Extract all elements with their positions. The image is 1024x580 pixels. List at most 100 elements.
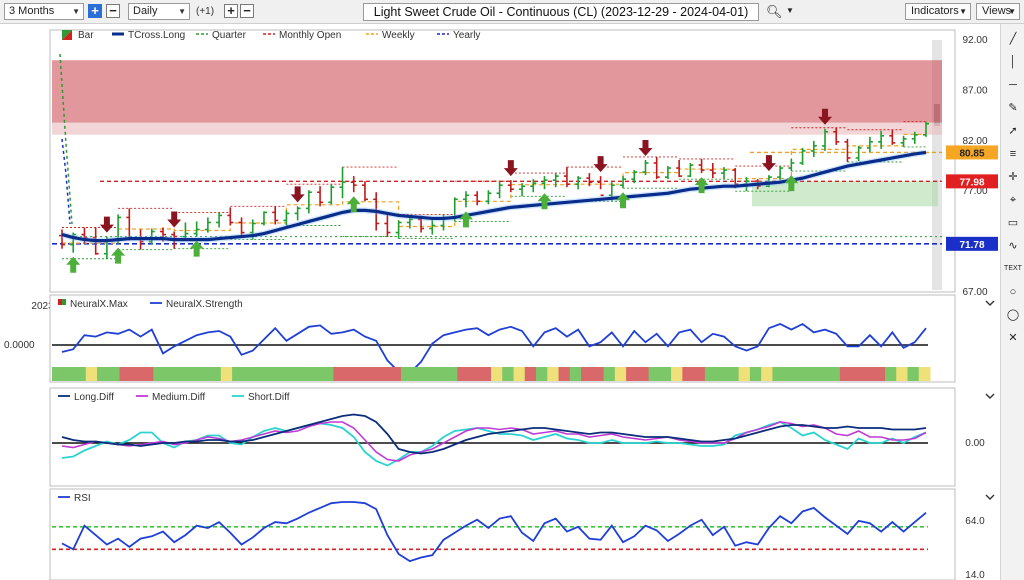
- neuralx-band: [457, 367, 469, 381]
- neuralx-band: [97, 367, 109, 381]
- resistance-zone-edge: [52, 122, 942, 135]
- legend-label: NeuralX.Strength: [166, 299, 243, 310]
- neuralx-band: [130, 367, 143, 381]
- neuralx-band: [761, 367, 773, 381]
- neuralx-band: [682, 367, 695, 381]
- y-tick-label: 67.00: [962, 287, 987, 298]
- neuralx-band: [513, 367, 526, 381]
- collapse-chevron-icon[interactable]: [985, 300, 995, 306]
- search-dropdown-icon[interactable]: ▼: [786, 6, 794, 15]
- zoom-out-button[interactable]: −: [106, 4, 120, 18]
- toolbar: 3 Months ▼ + − Daily ▼ (+1) + − Light Swee…: [0, 0, 1024, 24]
- legend-label: Bar: [78, 30, 94, 41]
- neuralx-band: [828, 367, 841, 381]
- neuralx-band: [884, 367, 897, 381]
- delete-icon[interactable]: ✕: [1004, 329, 1022, 347]
- neuralx-band: [794, 367, 807, 381]
- neuralx-band: [344, 367, 357, 381]
- neuralx-band: [378, 367, 391, 381]
- legend-label: Short.Diff: [248, 392, 290, 403]
- neuralx-band: [738, 367, 751, 381]
- neuralx-band: [63, 367, 76, 381]
- legend-label: RSI: [74, 493, 91, 504]
- neuralx-band: [277, 367, 289, 381]
- neuralx-band: [558, 367, 571, 381]
- neuralx-band: [918, 367, 931, 381]
- note-icon[interactable]: ▭: [1004, 214, 1022, 232]
- interval-select[interactable]: Daily ▼: [128, 3, 190, 20]
- line-tool-icon[interactable]: ╱: [1004, 30, 1022, 48]
- neuralx-band: [254, 367, 267, 381]
- pencil-icon[interactable]: ✎: [1004, 99, 1022, 117]
- chart-title[interactable]: Light Sweet Crude Oil - Continuous (CL) …: [363, 3, 759, 21]
- indicators-label: Indicators: [911, 5, 959, 17]
- neuralx-band: [772, 367, 785, 381]
- neuralx-band: [389, 367, 402, 381]
- neuralx-band: [355, 367, 368, 381]
- offset-label: (+1): [196, 6, 215, 17]
- neuralx-band: [333, 367, 346, 381]
- views-label: Views: [982, 5, 1012, 17]
- neuralx-band: [479, 367, 492, 381]
- zoom-in-button[interactable]: +: [88, 4, 102, 18]
- neuralx-band: [491, 367, 503, 381]
- neuralx-band: [119, 367, 132, 381]
- neuralx-band: [468, 367, 481, 381]
- dropdown-arrow-icon: ▼: [1008, 7, 1016, 16]
- offset-plus-button[interactable]: +: [224, 4, 238, 18]
- text-tool-icon[interactable]: TEXT: [1004, 260, 1022, 278]
- neuralx-band: [592, 367, 605, 381]
- neuralx-band: [693, 367, 706, 381]
- neuralx-band: [749, 367, 762, 381]
- neuralx-band: [220, 367, 233, 381]
- rsi-y-tick: 64.0: [965, 516, 985, 527]
- arrow-tool-icon[interactable]: ➚: [1004, 122, 1022, 140]
- neuralx-band: [569, 367, 582, 381]
- legend-label: TCross.Long: [128, 30, 185, 41]
- crosshair-icon[interactable]: ✛: [1004, 168, 1022, 186]
- marker-icon[interactable]: ⌖: [1004, 191, 1022, 209]
- neuralx-band: [614, 367, 627, 381]
- neuralx-max-legend-icon-2: [62, 299, 66, 305]
- indicators-button[interactable]: Indicators ▼: [905, 3, 971, 20]
- neuralx-band: [626, 367, 638, 381]
- wave-icon[interactable]: ∿: [1004, 237, 1022, 255]
- legend-label: NeuralX.Max: [70, 299, 128, 310]
- legend-label: Long.Diff: [74, 392, 114, 403]
- search-icon[interactable]: 🔍︎: [766, 4, 783, 20]
- offset-minus-button[interactable]: −: [240, 4, 254, 18]
- neuralx-band: [862, 367, 875, 381]
- neuralx-band: [896, 367, 908, 381]
- neuralx-band: [783, 367, 796, 381]
- vertical-line-icon[interactable]: │: [1004, 53, 1022, 71]
- neuralx-band: [153, 367, 166, 381]
- neuralx-band: [445, 367, 458, 381]
- neuralx-band: [704, 367, 717, 381]
- fibonacci-icon[interactable]: ≡: [1004, 145, 1022, 163]
- range-select[interactable]: 3 Months ▼: [4, 3, 84, 20]
- price-badge-label: 77.98: [959, 177, 984, 188]
- ellipse-tool-icon[interactable]: ◯: [1004, 306, 1022, 324]
- circle-tool-icon[interactable]: ○: [1004, 283, 1022, 301]
- legend-label: Monthly Open: [279, 30, 341, 41]
- neuralx-band: [716, 367, 728, 381]
- neuralx-band: [851, 367, 863, 381]
- neuralx-band: [322, 367, 334, 381]
- legend-label: Quarter: [212, 30, 247, 41]
- chart-area: 92.0087.0082.0077.0067.002023-12-292024-…: [4, 29, 998, 580]
- neuralx-band: [659, 367, 672, 381]
- views-button[interactable]: Views ▼: [976, 3, 1020, 20]
- dropdown-arrow-icon: ▼: [72, 7, 80, 16]
- neuralx-y-tick: 0.0000: [4, 340, 35, 351]
- neuralx-band: [727, 367, 740, 381]
- price-badge-label: 80.85: [959, 148, 984, 159]
- neuralx-band: [85, 367, 98, 381]
- collapse-chevron-icon[interactable]: [985, 393, 995, 399]
- neuralx-band: [671, 367, 683, 381]
- collapse-chevron-icon[interactable]: [985, 494, 995, 500]
- neuralx-band: [873, 367, 886, 381]
- neuralx-band: [907, 367, 920, 381]
- neuralx-band: [198, 367, 211, 381]
- legend-label: Yearly: [453, 30, 480, 41]
- horizontal-line-icon[interactable]: ─: [1004, 76, 1022, 94]
